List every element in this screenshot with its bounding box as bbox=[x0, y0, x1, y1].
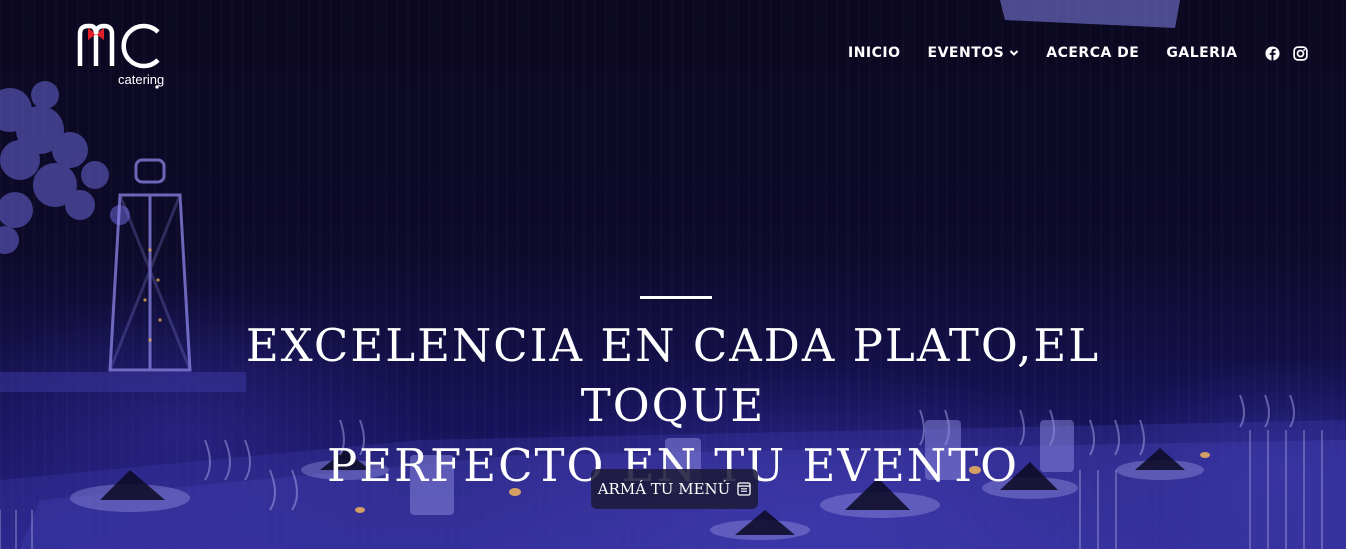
menu-list-icon bbox=[737, 482, 751, 496]
logo-subtext: catering bbox=[118, 72, 164, 87]
main-nav: INICIO EVENTOS ACERCA DE GALERIA bbox=[848, 43, 1308, 63]
nav-label: ACERCA DE bbox=[1046, 45, 1140, 61]
instagram-icon[interactable] bbox=[1292, 45, 1308, 61]
heading-divider bbox=[640, 296, 712, 299]
nav-label: INICIO bbox=[848, 45, 901, 61]
brand-logo[interactable]: catering bbox=[76, 22, 166, 92]
social-links bbox=[1264, 45, 1308, 61]
nav-label: EVENTOS bbox=[927, 45, 1005, 61]
headline-line-1: EXCELENCIA EN CADA PLATO,EL TOQUE bbox=[245, 319, 1101, 432]
nav-item-inicio[interactable]: INICIO bbox=[848, 43, 901, 63]
cta-label: ARMÁ TU MENÚ bbox=[597, 480, 731, 498]
nav-item-eventos[interactable]: EVENTOS bbox=[928, 43, 1020, 63]
nav-item-acerca-de[interactable]: ACERCA DE bbox=[1046, 43, 1139, 63]
arma-tu-menu-button[interactable]: ARMÁ TU MENÚ bbox=[591, 469, 758, 509]
chevron-down-icon bbox=[1010, 50, 1019, 56]
nav-item-galeria[interactable]: GALERIA bbox=[1166, 43, 1237, 63]
nav-label: GALERIA bbox=[1166, 45, 1238, 61]
facebook-icon[interactable] bbox=[1264, 45, 1280, 61]
hero-section: catering INICIO EVENTOS ACERCA DE GALERI… bbox=[0, 0, 1346, 549]
